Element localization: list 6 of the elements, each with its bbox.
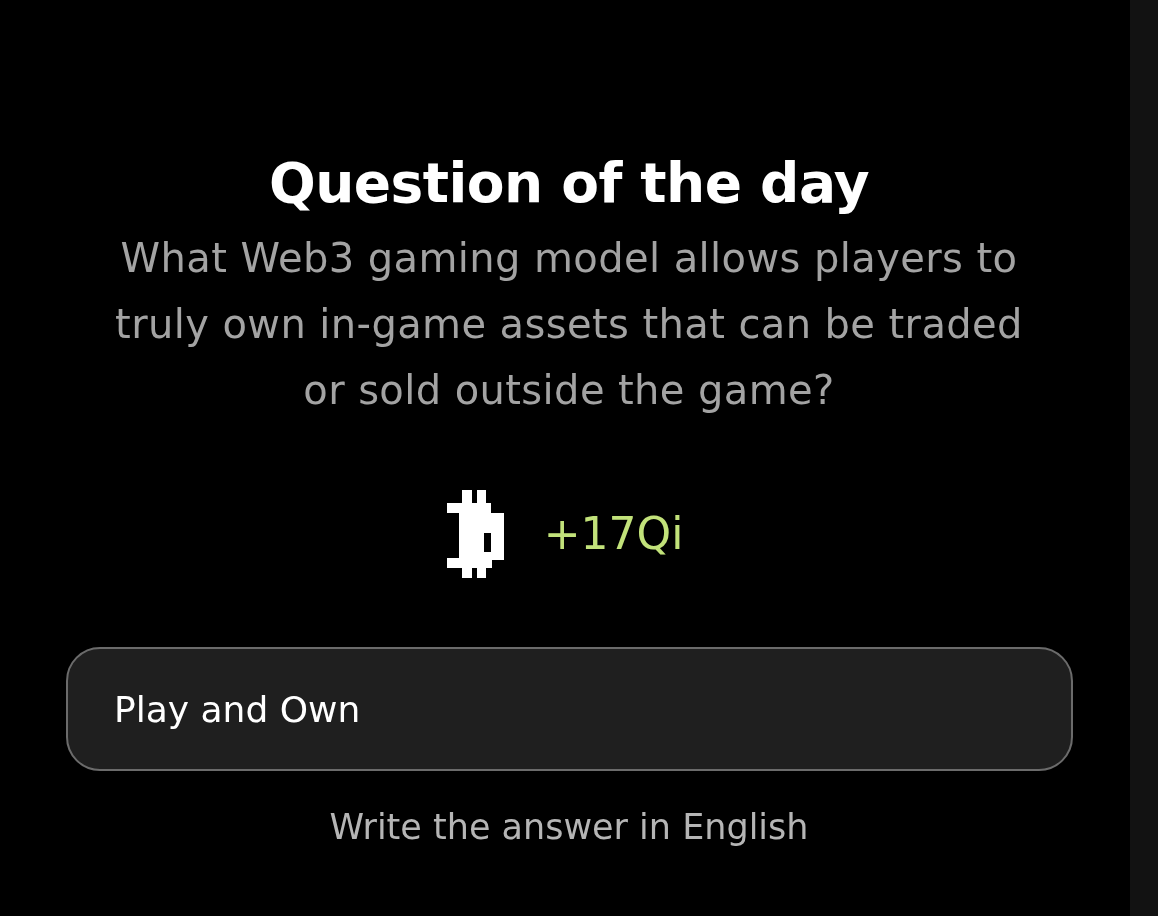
reward-amount: +17Qi: [543, 509, 684, 559]
answer-hint: Write the answer in English: [329, 806, 809, 848]
quiz-title: Question of the day: [268, 151, 870, 215]
answer-field[interactable]: Play and Own: [66, 647, 1073, 771]
bitcoin-sign-icon: [446, 490, 504, 578]
question-text: What Web3 gaming model allows players to truly own in-game assets that can be traded or sold outside the game?: [114, 234, 1024, 415]
